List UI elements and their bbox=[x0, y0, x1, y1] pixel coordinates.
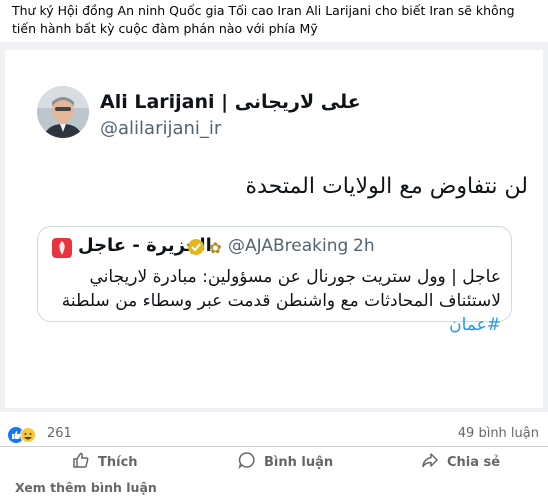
separator-dot: · bbox=[343, 236, 349, 256]
tweet-screenshot: Ali Larijani | على لاريجانى @alilarijani… bbox=[5, 50, 543, 408]
see-more-comments-link[interactable]: Xem thêm bình luận bbox=[15, 480, 157, 495]
quoted-text-body: عاجل | وول ستريت جورنال عن مسؤولين: مباد… bbox=[61, 267, 501, 311]
like-button[interactable]: Thích bbox=[72, 451, 138, 473]
quoted-tweet-text: عاجل | وول ستريت جورنال عن مسؤولين: مباد… bbox=[46, 265, 501, 337]
aljazeera-affiliate-icon: ✿ bbox=[209, 239, 222, 257]
tweet-display-name: Ali Larijani | على لاريجانى bbox=[100, 91, 361, 113]
like-label: Thích bbox=[98, 454, 138, 470]
share-icon bbox=[421, 451, 439, 473]
aljazeera-logo-icon bbox=[52, 238, 72, 258]
action-bar: Thích Bình luận Chia sẻ bbox=[0, 446, 548, 477]
comment-count[interactable]: 49 bình luận bbox=[458, 426, 539, 441]
quoted-timestamp: 2h bbox=[353, 236, 375, 256]
post-caption: Thư ký Hội đồng An ninh Quốc gia Tối cao… bbox=[12, 3, 515, 36]
tweet-handle: @alilarijani_ir bbox=[100, 118, 222, 139]
share-label: Chia sẻ bbox=[447, 454, 501, 470]
tweet-text: لن نتفاوض مع الولايات المتحدة bbox=[245, 174, 528, 199]
post-image[interactable]: Ali Larijani | على لاريجانى @alilarijani… bbox=[0, 42, 548, 412]
quoted-tweet-header: الجزيرة - عاجل ✿ @AJABreaking · 2h bbox=[52, 235, 502, 261]
thumbs-up-icon bbox=[72, 451, 90, 473]
comment-button[interactable]: Bình luận bbox=[238, 451, 333, 473]
reactions-bar: 261 49 bình luận bbox=[8, 424, 542, 444]
avatar bbox=[37, 86, 89, 138]
hashtag-link[interactable]: #عمان bbox=[449, 315, 501, 335]
comment-label: Bình luận bbox=[264, 454, 334, 470]
comment-icon bbox=[238, 451, 256, 473]
verified-badge-icon bbox=[187, 238, 205, 256]
share-button[interactable]: Chia sẻ bbox=[421, 451, 500, 473]
haha-reaction-icon[interactable] bbox=[20, 427, 36, 443]
quoted-tweet: الجزيرة - عاجل ✿ @AJABreaking · 2h عاجل … bbox=[37, 226, 512, 335]
quoted-handle: @AJABreaking bbox=[228, 236, 349, 256]
reaction-count[interactable]: 261 bbox=[47, 426, 72, 441]
